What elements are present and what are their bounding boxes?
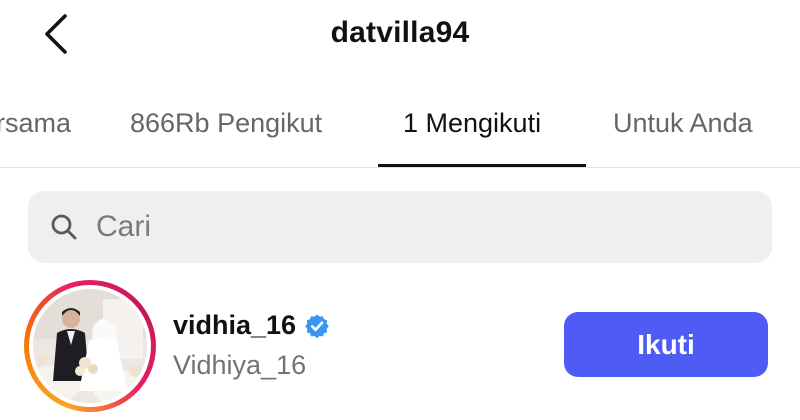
- page-title: datvilla94: [330, 16, 470, 49]
- tab-followers[interactable]: 866Rb Pengikut: [130, 108, 322, 139]
- tab-bar: rsama 866Rb Pengikut 1 Mengikuti Untuk A…: [0, 90, 800, 168]
- username-link[interactable]: vidhia_16: [173, 310, 330, 341]
- tab-for-you[interactable]: Untuk Anda: [613, 108, 753, 139]
- full-name: Vidhiya_16: [173, 350, 307, 380]
- follow-button[interactable]: Ikuti: [564, 312, 768, 377]
- tab-following[interactable]: 1 Mengikuti: [403, 108, 541, 139]
- avatar: [33, 289, 147, 403]
- top-bar: datvilla94: [0, 0, 800, 72]
- username: vidhia_16: [173, 310, 297, 340]
- verified-badge-icon: [304, 313, 330, 339]
- tab-mutual[interactable]: rsama: [0, 108, 71, 139]
- search-icon: [50, 212, 80, 242]
- active-tab-indicator: [378, 164, 586, 167]
- search-placeholder: Cari: [96, 210, 152, 243]
- search-input[interactable]: Cari: [28, 191, 772, 263]
- story-ring[interactable]: [24, 280, 156, 412]
- list-item: vidhia_16 Vidhiya_16 Ikuti: [0, 276, 800, 420]
